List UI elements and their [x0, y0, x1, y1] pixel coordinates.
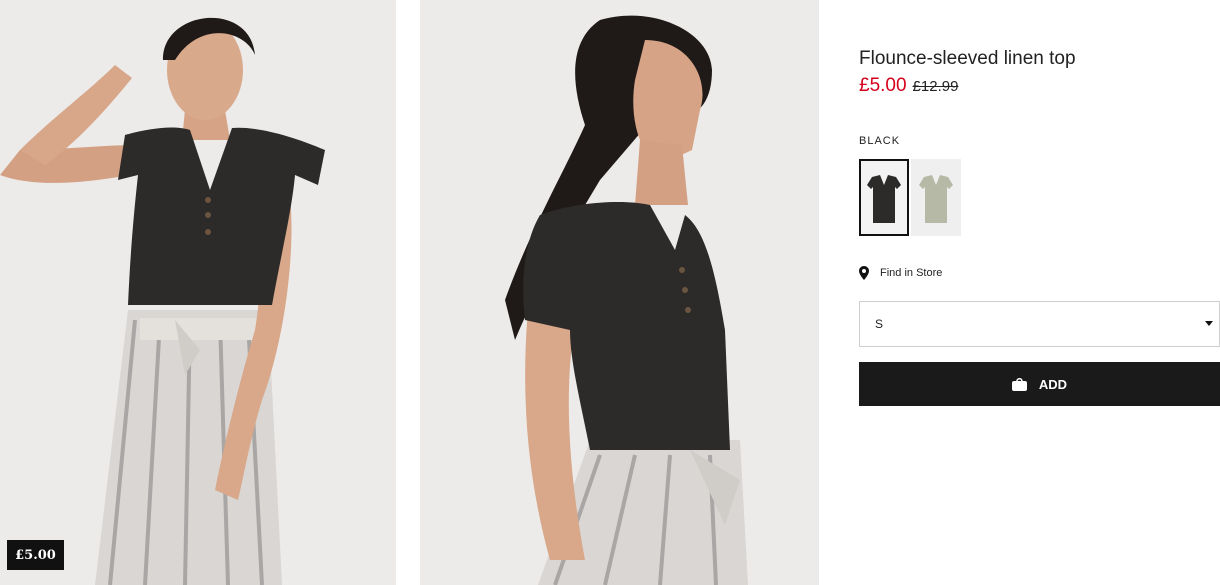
black-top-thumbnail — [867, 174, 901, 223]
model-side-illustration — [420, 0, 819, 585]
product-title: Flounce-sleeved linen top — [859, 48, 1076, 69]
model-side-photo[interactable] — [420, 0, 819, 585]
add-button-label: ADD — [1038, 376, 1068, 392]
swatch-light-khaki-green[interactable] — [911, 159, 961, 236]
model-front-photo[interactable]: £5.00 — [0, 0, 396, 585]
location-pin-icon — [859, 266, 869, 280]
green-top-thumbnail — [919, 174, 953, 223]
price-tag: £5.00 — [7, 540, 64, 570]
swatch-black[interactable] — [859, 159, 909, 236]
shopping-bag-icon — [1011, 378, 1027, 391]
product-details-panel: Flounce-sleeved linen top £5.00 £12.99 B… — [859, 0, 1220, 585]
sale-price: £5.00 — [859, 75, 907, 96]
find-in-store-link[interactable]: Find in Store — [859, 266, 942, 280]
selected-color-label: BLACK — [859, 135, 901, 147]
original-price: £12.99 — [912, 78, 959, 95]
price-row: £5.00 £12.99 — [859, 75, 958, 97]
find-in-store-label: Find in Store — [880, 267, 943, 279]
size-select[interactable]: S — [859, 301, 1220, 347]
size-select-value: S — [875, 317, 884, 331]
model-front-illustration — [0, 0, 396, 585]
color-swatches — [859, 159, 961, 236]
caret-down-icon — [1205, 321, 1213, 326]
add-to-bag-button[interactable]: ADD — [859, 362, 1220, 406]
